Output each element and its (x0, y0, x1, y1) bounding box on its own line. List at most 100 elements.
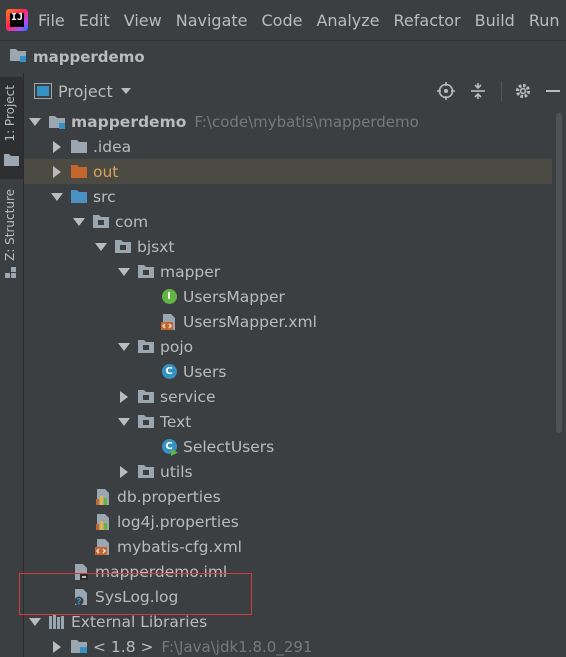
expanded-arrow-icon[interactable] (117, 340, 131, 354)
interface-icon: I (160, 288, 178, 306)
expanded-arrow-icon[interactable] (72, 215, 86, 229)
tree-label: External Libraries (71, 612, 208, 631)
tree-label: mybatis-cfg.xml (117, 537, 242, 556)
panel-dropdown-icon[interactable] (120, 88, 131, 94)
tree-row-pojo[interactable]: pojo (24, 334, 552, 359)
tree-label: log4j.properties (117, 512, 239, 531)
expanded-arrow-icon[interactable] (28, 615, 42, 629)
menu-file[interactable]: File (38, 11, 65, 30)
xml-file-icon (160, 313, 178, 331)
header-divider (501, 81, 502, 101)
tree-label: mapperdemo (71, 112, 187, 131)
tree-label: Users (183, 362, 227, 381)
expanded-arrow-icon[interactable] (117, 265, 131, 279)
folder-icon (70, 138, 88, 156)
jdk-folder-icon (70, 638, 88, 656)
collapsed-arrow-icon[interactable] (50, 140, 64, 154)
tree-label: < 1.8 > (93, 637, 154, 656)
tree-row-utils[interactable]: utils (24, 459, 552, 484)
expanded-arrow-icon[interactable] (94, 240, 108, 254)
collapsed-arrow-icon[interactable] (50, 640, 64, 654)
tree-row-com[interactable]: com (24, 209, 552, 234)
project-folder-icon (4, 154, 19, 166)
tab-structure[interactable]: Z: Structure (0, 185, 23, 285)
tree-label: service (160, 387, 216, 406)
menu-code[interactable]: Code (262, 11, 303, 30)
locate-icon[interactable] (437, 82, 455, 100)
tree-row-log4j-properties[interactable]: log4j.properties (24, 509, 552, 534)
tree-path: F:\Java\jdk1.8.0_291 (161, 637, 313, 656)
hide-panel-icon[interactable] (546, 89, 560, 93)
menu-build[interactable]: Build (475, 11, 515, 30)
tree-row-usersmapper-xml[interactable]: UsersMapper.xml (24, 309, 552, 334)
collapsed-arrow-icon[interactable] (117, 390, 131, 404)
tree-label: .idea (93, 137, 132, 156)
left-tool-strip: 1: Project Z: Structure (0, 73, 24, 657)
scrollbar-thumb[interactable] (556, 113, 562, 433)
collapsed-arrow-icon[interactable] (50, 165, 64, 179)
menu-navigate[interactable]: Navigate (176, 11, 248, 30)
expanded-arrow-icon[interactable] (50, 190, 64, 204)
properties-file-icon (94, 513, 112, 531)
breadcrumb-project[interactable]: mapperdemo (33, 48, 145, 66)
tree-path: F:\code\mybatis\mapperdemo (194, 112, 419, 131)
tree-row-usersmapper[interactable]: I UsersMapper (24, 284, 552, 309)
package-icon (92, 213, 110, 231)
collapse-all-icon[interactable] (469, 82, 487, 100)
package-icon (114, 238, 132, 256)
tab-project[interactable]: 1: Project (0, 77, 23, 179)
project-view-icon (34, 83, 52, 99)
navigation-bar: mapperdemo (0, 40, 566, 74)
tab-structure-label: Z: Structure (3, 189, 17, 261)
tree-label: pojo (160, 337, 194, 356)
tree-row-root[interactable]: mapperdemo F:\code\mybatis\mapperdemo (24, 109, 552, 134)
intellij-logo-icon: IJ (6, 9, 28, 31)
package-icon (137, 463, 155, 481)
tree-label: mapper (160, 262, 221, 281)
project-panel-header: Project (24, 73, 566, 110)
menu-edit[interactable]: Edit (79, 11, 110, 30)
module-folder-icon (9, 47, 27, 67)
collapsed-arrow-icon[interactable] (117, 465, 131, 479)
runnable-class-icon: C (160, 438, 178, 456)
tree-label: com (115, 212, 149, 231)
library-icon (48, 613, 66, 631)
tree-label: utils (160, 462, 193, 481)
menu-analyze[interactable]: Analyze (316, 11, 379, 30)
menu-run[interactable]: Run (529, 11, 560, 30)
tree-row-src[interactable]: src (24, 184, 552, 209)
menu-refactor[interactable]: Refactor (394, 11, 461, 30)
gear-icon[interactable] (514, 82, 532, 100)
tree-row-jdk[interactable]: < 1.8 > F:\Java\jdk1.8.0_291 (24, 634, 552, 657)
tree-row-service[interactable]: service (24, 384, 552, 409)
tree-row-selectusers[interactable]: C SelectUsers (24, 434, 552, 459)
tree-label: src (93, 187, 116, 206)
tree-row-mybatis-cfg[interactable]: mybatis-cfg.xml (24, 534, 552, 559)
package-icon (137, 338, 155, 356)
tree-row-db-properties[interactable]: db.properties (24, 484, 552, 509)
module-folder-icon (48, 113, 66, 131)
tree-label: UsersMapper.xml (183, 312, 317, 331)
excluded-folder-icon (70, 163, 88, 181)
tree-scrollbar[interactable] (552, 109, 566, 657)
structure-icon (5, 267, 16, 278)
source-folder-icon (70, 188, 88, 206)
highlight-annotation-box (19, 573, 252, 615)
expanded-arrow-icon[interactable] (28, 115, 42, 129)
tree-row-text[interactable]: Text (24, 409, 552, 434)
menu-view[interactable]: View (124, 11, 162, 30)
panel-title[interactable]: Project (58, 82, 113, 101)
tree-label: UsersMapper (183, 287, 285, 306)
tree-row-mapper[interactable]: mapper (24, 259, 552, 284)
expanded-arrow-icon[interactable] (117, 415, 131, 429)
tree-row-idea[interactable]: .idea (24, 134, 552, 159)
package-icon (137, 413, 155, 431)
tree-row-users[interactable]: C Users (24, 359, 552, 384)
properties-file-icon (94, 488, 112, 506)
tree-label: db.properties (117, 487, 221, 506)
tree-row-out[interactable]: out (24, 159, 552, 184)
tree-label: out (93, 162, 119, 181)
class-icon: C (160, 363, 178, 381)
xml-file-icon (94, 538, 112, 556)
tree-row-bjsxt[interactable]: bjsxt (24, 234, 552, 259)
